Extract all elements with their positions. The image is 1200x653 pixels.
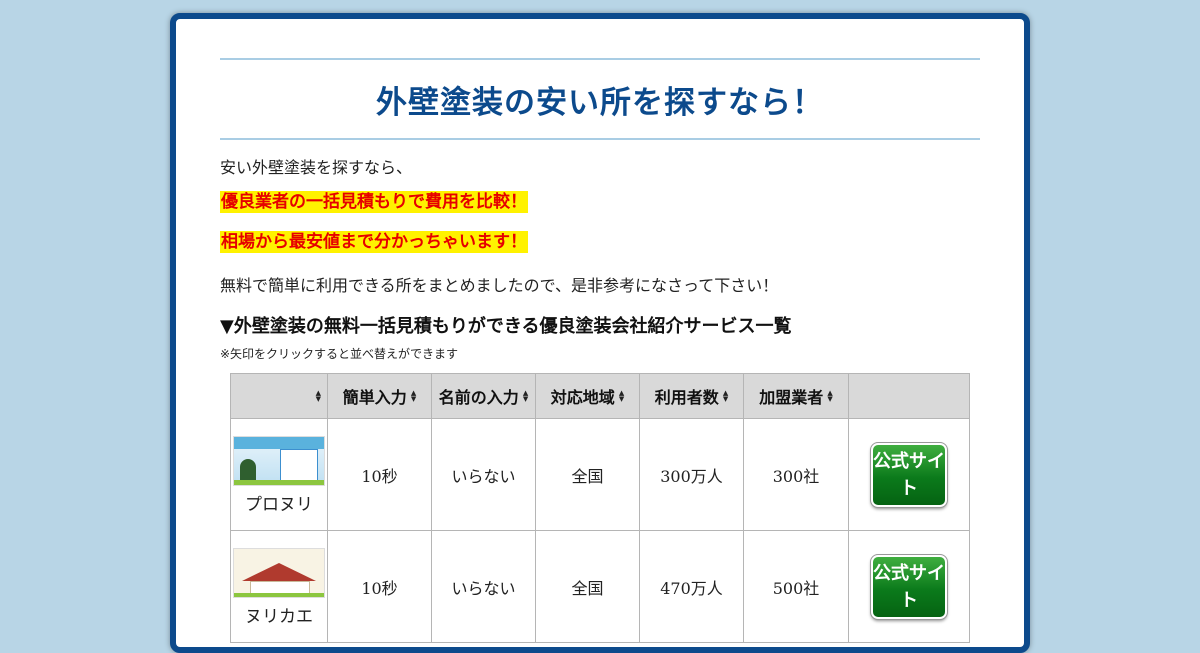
sort-arrows-icon[interactable]: ▲ ▼	[827, 390, 832, 403]
area-cell: 全国	[535, 418, 640, 531]
service-name: ヌリカエ	[245, 607, 313, 627]
link-cell: 公式サイト	[848, 418, 970, 531]
name-required-cell: いらない	[431, 530, 536, 643]
input-time-cell: 10秒	[327, 418, 432, 531]
sort-arrows-icon[interactable]: ▲ ▼	[316, 390, 321, 403]
table-row: プロヌリ 10秒 いらない 全国 300万人 300社 公式サイト	[230, 418, 970, 531]
column-header-easy-input[interactable]: 簡単入力 ▲ ▼	[327, 373, 432, 419]
column-header-members[interactable]: 加盟業者 ▲ ▼	[743, 373, 849, 419]
sort-arrows-icon[interactable]: ▲ ▼	[411, 390, 416, 403]
users-cell: 300万人	[639, 418, 744, 531]
link-cell: 公式サイト	[848, 530, 970, 643]
table-header-row: ▲ ▼ 簡単入力 ▲ ▼ 名前の入力 ▲ ▼ 対応地域 ▲ ▼ 利用者数 ▲ ▼ 加盟業者 ▲ ▼	[230, 373, 970, 419]
sort-arrows-icon[interactable]: ▲ ▼	[523, 390, 528, 403]
official-site-button[interactable]: 公式サイト	[870, 553, 948, 620]
service-thumbnail[interactable]	[233, 436, 325, 486]
sort-arrows-icon[interactable]: ▲ ▼	[619, 390, 624, 403]
intro-text: 安い外壁塗装を探すなら、	[220, 158, 413, 177]
official-site-button[interactable]: 公式サイト	[870, 441, 948, 508]
input-time-cell: 10秒	[327, 530, 432, 643]
section-title: ▼外壁塗装の無料一括見積もりができる優良塗装会社紹介サービス一覧	[220, 316, 792, 337]
members-cell: 500社	[743, 530, 849, 643]
column-header-name-input[interactable]: 名前の入力 ▲ ▼	[431, 373, 536, 419]
content-card: 外壁塗装の安い所を探すなら！ 安い外壁塗装を探すなら、 優良業者の一括見積もりで…	[170, 13, 1030, 653]
column-header-service[interactable]: ▲ ▼	[230, 373, 328, 419]
service-name: プロヌリ	[245, 495, 313, 515]
page-title: 外壁塗装の安い所を探すなら！	[376, 84, 824, 121]
sort-arrows-icon[interactable]: ▲ ▼	[723, 390, 728, 403]
table-row: ヌリカエ 10秒 いらない 全国 470万人 500社 公式サイト	[230, 530, 970, 643]
name-required-cell: いらない	[431, 418, 536, 531]
service-thumbnail[interactable]	[233, 548, 325, 598]
area-cell: 全国	[535, 530, 640, 643]
service-cell: プロヌリ	[230, 418, 328, 531]
title-bar: 外壁塗装の安い所を探すなら！	[220, 58, 980, 140]
comparison-table: ▲ ▼ 簡単入力 ▲ ▼ 名前の入力 ▲ ▼ 対応地域 ▲ ▼ 利用者数 ▲ ▼ 加盟業者 ▲ ▼	[230, 373, 970, 643]
sort-note: ※矢印をクリックすると並べ替えができます	[220, 347, 459, 361]
column-header-link	[848, 373, 970, 419]
users-cell: 470万人	[639, 530, 744, 643]
summary-text: 無料で簡単に利用できる所をまとめましたので、是非参考になさって下さい！	[220, 276, 779, 295]
highlight-text-1: 優良業者の一括見積もりで費用を比較！	[220, 191, 528, 213]
highlight-text-2: 相場から最安値まで分かっちゃいます！	[220, 231, 528, 253]
column-header-users[interactable]: 利用者数 ▲ ▼	[639, 373, 744, 419]
service-cell: ヌリカエ	[230, 530, 328, 643]
members-cell: 300社	[743, 418, 849, 531]
column-header-area[interactable]: 対応地域 ▲ ▼	[535, 373, 640, 419]
